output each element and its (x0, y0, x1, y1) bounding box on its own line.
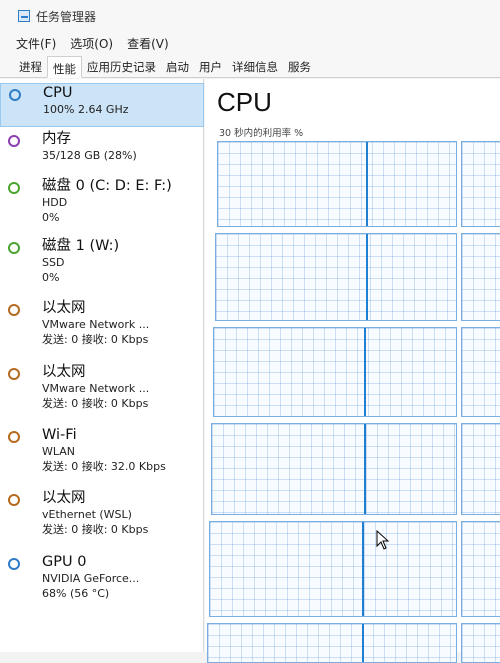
menu-options[interactable]: 选项(O) (70, 35, 113, 52)
menu-bar: 文件(F) 选项(O) 查看(V) (0, 32, 500, 54)
sidebar-item-title: CPU (43, 85, 73, 101)
sidebar-item-disk-1[interactable]: 磁盘 1 (W:) SSD 0% (0, 237, 204, 295)
graph-trace (364, 424, 366, 514)
sidebar-item-usage: 0% (42, 271, 60, 284)
sidebar-item-detail: NVIDIA GeForce... (42, 572, 140, 585)
cpu-detail-panel: CPU 30 秒内的利用率 % (205, 79, 500, 663)
tab-processes[interactable]: 进程 (14, 55, 47, 77)
sidebar-item-detail: SSD (42, 256, 65, 269)
graph-trace (362, 624, 364, 662)
core-graph (461, 141, 500, 227)
graph-caption: 30 秒内的利用率 % (219, 128, 304, 139)
resource-sidebar: CPU 100% 2.64 GHz 内存 35/128 GB (28%) 磁盘 … (0, 79, 204, 652)
core-graph (461, 423, 500, 515)
sidebar-item-detail: WLAN (42, 445, 76, 458)
memory-status-icon (8, 135, 20, 147)
disk-0-status-icon (8, 182, 20, 194)
sidebar-item-usage: 68% (56 °C) (42, 587, 110, 600)
disk-1-status-icon (8, 242, 20, 254)
sidebar-item-detail: VMware Network ... (42, 318, 150, 331)
sidebar-item-title: 磁盘 0 (C: D: E: F:) (42, 178, 172, 194)
page-title: CPU (217, 87, 272, 117)
wifi-status-icon (8, 431, 20, 443)
sidebar-item-ethernet-2[interactable]: 以太网 VMware Network ... 发送: 0 接收: 0 Kbps (0, 363, 204, 421)
sidebar-item-ethernet-1[interactable]: 以太网 VMware Network ... 发送: 0 接收: 0 Kbps (0, 299, 204, 357)
sidebar-item-detail: 100% 2.64 GHz (43, 103, 129, 116)
mouse-cursor-icon (376, 530, 390, 550)
ethernet-status-icon (8, 368, 20, 380)
sidebar-item-detail: HDD (42, 196, 68, 209)
sidebar-item-throughput: 发送: 0 接收: 0 Kbps (42, 333, 149, 346)
ethernet-status-icon (8, 304, 20, 316)
core-graph (207, 623, 457, 663)
menu-file[interactable]: 文件(F) (16, 35, 56, 52)
graph-trace (362, 522, 364, 616)
sidebar-item-title: GPU 0 (42, 554, 87, 570)
tab-app-history[interactable]: 应用历史记录 (82, 55, 161, 77)
sidebar-item-wifi[interactable]: Wi-Fi WLAN 发送: 0 接收: 32.0 Kbps (0, 426, 204, 484)
sidebar-item-title: 以太网 (42, 490, 86, 506)
sidebar-item-usage: 0% (42, 211, 60, 224)
core-graph (461, 623, 500, 663)
sidebar-item-throughput: 发送: 0 接收: 0 Kbps (42, 397, 149, 410)
sidebar-item-detail: VMware Network ... (42, 382, 150, 395)
core-graph (209, 521, 457, 617)
sidebar-item-disk-0[interactable]: 磁盘 0 (C: D: E: F:) HDD 0% (0, 177, 204, 235)
sidebar-item-throughput: 发送: 0 接收: 32.0 Kbps (42, 460, 166, 473)
sidebar-item-cpu[interactable]: CPU 100% 2.64 GHz (0, 83, 204, 127)
sidebar-item-title: 以太网 (42, 300, 86, 316)
tab-users[interactable]: 用户 (194, 55, 227, 77)
sidebar-item-gpu-0[interactable]: GPU 0 NVIDIA GeForce... 68% (56 °C) (0, 553, 204, 611)
sidebar-item-title: 以太网 (42, 364, 86, 380)
task-manager-icon (18, 10, 30, 22)
sidebar-item-ethernet-wsl[interactable]: 以太网 vEthernet (WSL) 发送: 0 接收: 0 Kbps (0, 489, 204, 547)
core-graph (211, 423, 457, 515)
core-graph (217, 141, 457, 227)
sidebar-item-detail: 35/128 GB (28%) (42, 149, 137, 162)
gpu-status-icon (8, 558, 20, 570)
tab-startup[interactable]: 启动 (161, 55, 194, 77)
core-graph (215, 233, 457, 321)
sidebar-item-title: 内存 (42, 131, 71, 147)
cpu-status-icon (9, 89, 21, 101)
window-title: 任务管理器 (36, 9, 97, 24)
sidebar-item-memory[interactable]: 内存 35/128 GB (28%) (0, 130, 204, 174)
sidebar-item-title: 磁盘 1 (W:) (42, 238, 120, 254)
tab-bar: 进程 性能 应用历史记录 启动 用户 详细信息 服务 (0, 54, 500, 78)
core-graph (461, 233, 500, 321)
graph-trace (364, 328, 366, 416)
title-bar: 任务管理器 (0, 0, 500, 32)
graph-trace (366, 142, 368, 226)
menu-view[interactable]: 查看(V) (127, 35, 169, 52)
sidebar-item-throughput: 发送: 0 接收: 0 Kbps (42, 523, 149, 536)
tab-performance[interactable]: 性能 (47, 56, 82, 78)
graph-trace (366, 234, 368, 320)
core-graph (213, 327, 457, 417)
sidebar-item-detail: vEthernet (WSL) (42, 508, 132, 521)
tab-details[interactable]: 详细信息 (227, 55, 283, 77)
core-graph (461, 521, 500, 617)
tab-services[interactable]: 服务 (283, 55, 316, 77)
core-graph (461, 327, 500, 417)
ethernet-status-icon (8, 494, 20, 506)
sidebar-item-title: Wi-Fi (42, 427, 77, 443)
